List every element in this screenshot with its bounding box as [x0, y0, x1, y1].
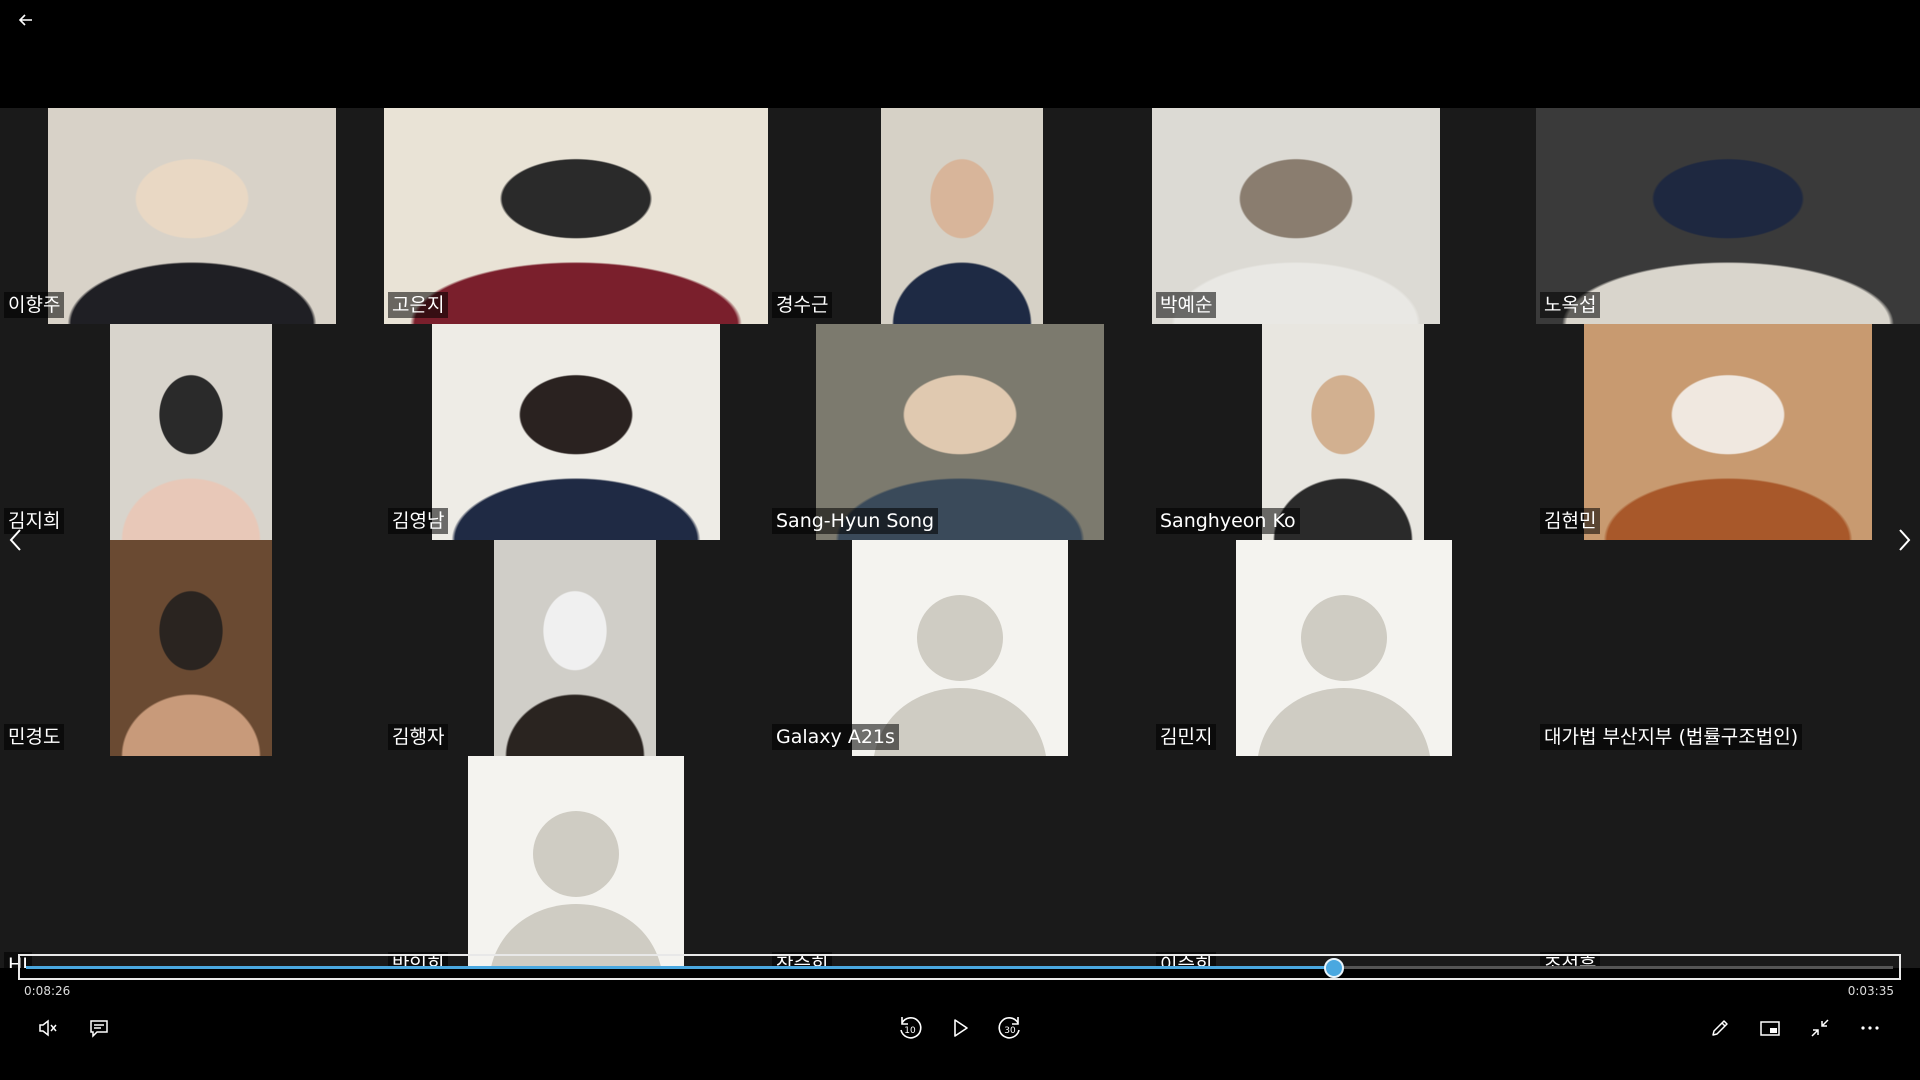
participant-tile[interactable]: 경수근 [768, 108, 1152, 324]
more-options-button[interactable] [1850, 1008, 1890, 1048]
participant-video [48, 108, 336, 324]
subtitles-icon [90, 1020, 108, 1038]
exit-fullscreen-icon [1811, 1019, 1829, 1037]
participant-name: 대가법 부산지부 (법률구조법인) [1540, 724, 1803, 750]
participant-tile[interactable]: 이승희 [1152, 756, 1536, 968]
participant-name: Sang-Hyun Song [772, 508, 939, 534]
avatar-placeholder [468, 756, 684, 968]
mini-view-button[interactable] [1750, 1008, 1790, 1048]
participant-tile[interactable]: HJ [0, 756, 384, 968]
participant-tile[interactable]: 김행자 [384, 540, 768, 756]
participant-name: 김영남 [388, 508, 449, 534]
play-button[interactable] [940, 1008, 980, 1048]
participant-name: 노옥섭 [1540, 292, 1601, 318]
participant-name: 박예순 [1156, 292, 1217, 318]
back-button[interactable] [12, 6, 40, 34]
participant-tile[interactable]: 김현민 [1536, 324, 1920, 540]
next-page-button[interactable] [1888, 520, 1920, 560]
participant-video [110, 324, 272, 540]
participant-tile[interactable]: 고은지 [384, 108, 768, 324]
person-silhouette-icon [1258, 595, 1430, 756]
seek-progress [26, 966, 1333, 969]
more-icon [1861, 1026, 1879, 1030]
participant-tile[interactable]: 김민지 [1152, 540, 1536, 756]
participant-name: Sanghyeon Ko [1156, 508, 1300, 534]
participant-tile[interactable]: 대가법 부산지부 (법률구조법인) [1536, 540, 1920, 756]
seek-thumb[interactable] [1323, 958, 1344, 978]
participant-video [432, 324, 720, 540]
skip-forward-button[interactable]: 30 [990, 1008, 1030, 1048]
participant-tile[interactable]: 장승희 [768, 756, 1152, 968]
participant-tile[interactable]: 이향주 [0, 108, 384, 324]
svg-text:30: 30 [1004, 1026, 1016, 1036]
seek-track [26, 958, 1893, 978]
participant-tile[interactable]: 김지희 [0, 324, 384, 540]
mini-view-icon [1760, 1021, 1780, 1036]
seek-bar[interactable] [18, 954, 1901, 980]
participant-name: 이향주 [4, 292, 65, 318]
participant-tile[interactable]: 민경도 [0, 540, 384, 756]
subtitles-button[interactable] [79, 1008, 119, 1048]
participant-video [110, 540, 272, 756]
volume-mute-icon [39, 1019, 57, 1037]
skip-back-icon: 10 [900, 1017, 922, 1039]
person-silhouette-icon [490, 811, 662, 968]
play-icon [954, 1019, 968, 1037]
video-stage: 이향주 고은지 경수근 박예순 노옥섭김지희 김영남 Sang-Hyun Song Sangh… [0, 108, 1920, 968]
participant-name: 김민지 [1156, 724, 1217, 750]
previous-page-button[interactable] [0, 520, 32, 560]
edit-button[interactable] [1700, 1008, 1740, 1048]
participant-video [881, 108, 1043, 324]
participant-tile[interactable]: Sang-Hyun Song [768, 324, 1152, 540]
skip-back-button[interactable]: 10 [890, 1008, 930, 1048]
exit-fullscreen-button[interactable] [1800, 1008, 1840, 1048]
avatar-placeholder [1236, 540, 1452, 756]
elapsed-time: 0:08:26 [24, 984, 71, 998]
participant-tile[interactable]: Sanghyeon Ko [1152, 324, 1536, 540]
participant-name: 김현민 [1540, 508, 1601, 534]
chevron-right-icon [1899, 529, 1911, 551]
participant-tile[interactable]: 조성훈 [1536, 756, 1920, 968]
svg-text:10: 10 [904, 1026, 916, 1036]
participant-video [494, 540, 656, 756]
participant-tile[interactable]: 박인희 [384, 756, 768, 968]
participant-tile[interactable]: 김영남 [384, 324, 768, 540]
skip-forward-icon: 30 [998, 1017, 1020, 1039]
participant-name: 김행자 [388, 724, 449, 750]
participant-name: 경수근 [772, 292, 833, 318]
participant-tile[interactable]: 박예순 [1152, 108, 1536, 324]
arrow-left-icon [18, 14, 32, 26]
participant-tile[interactable]: 노옥섭 [1536, 108, 1920, 324]
pen-icon [1712, 1020, 1728, 1036]
remaining-time: 0:03:35 [1847, 984, 1894, 998]
chevron-left-icon [9, 529, 21, 551]
participant-tile[interactable]: Galaxy A21s [768, 540, 1152, 756]
mute-button[interactable] [28, 1008, 68, 1048]
participant-name: 고은지 [388, 292, 449, 318]
participant-video [1584, 324, 1872, 540]
participant-name: Galaxy A21s [772, 724, 899, 750]
participant-name: 민경도 [4, 724, 65, 750]
